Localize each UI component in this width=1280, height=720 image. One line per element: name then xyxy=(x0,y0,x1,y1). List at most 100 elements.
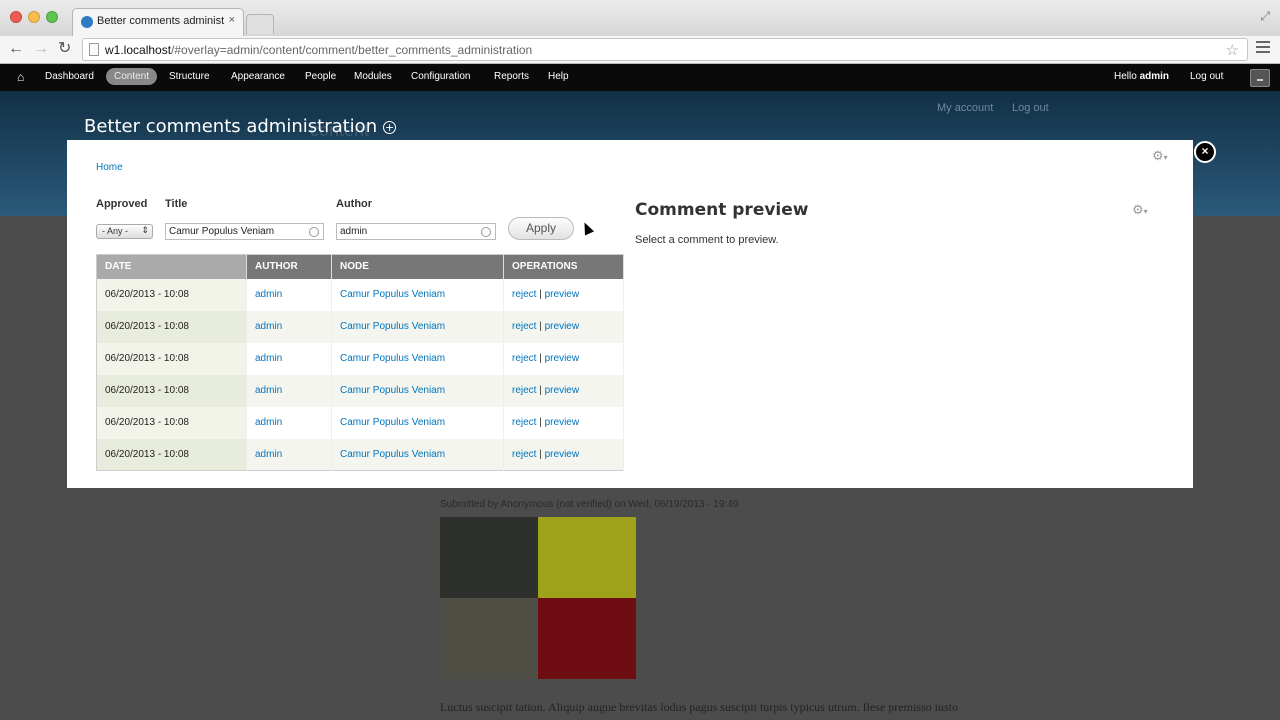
operations-cell: reject | preview xyxy=(503,278,624,311)
toolbar-item-content[interactable]: Content xyxy=(106,68,158,85)
preview-link[interactable]: preview xyxy=(545,417,579,428)
reject-link[interactable]: reject xyxy=(512,289,536,300)
address-bar[interactable]: w1.localhost/#overlay=admin/content/comm… xyxy=(82,38,1248,61)
comment-preview-title: Comment preview xyxy=(635,200,809,220)
approved-select[interactable]: - Any - ⇕ xyxy=(96,224,153,239)
author-link[interactable]: admin xyxy=(246,342,332,375)
date-cell: 06/20/2013 - 10:08 xyxy=(96,278,247,311)
node-link[interactable]: Camur Populus Veniam xyxy=(331,374,504,407)
reject-link[interactable]: reject xyxy=(512,385,536,396)
page-title: Better comments administration + xyxy=(84,116,397,137)
browser-toolbar: ← → ↻ w1.localhost/#overlay=admin/conten… xyxy=(0,36,1280,64)
node-link[interactable]: Camur Populus Veniam xyxy=(331,310,504,343)
author-link[interactable]: admin xyxy=(246,310,332,343)
reject-link[interactable]: reject xyxy=(512,353,536,364)
date-cell: 06/20/2013 - 10:08 xyxy=(96,342,247,375)
toolbar-item-structure[interactable]: Structure xyxy=(169,71,210,82)
url-host: w1.localhost xyxy=(105,43,172,57)
username[interactable]: admin xyxy=(1140,71,1169,82)
admin-toolbar: ⌂ Dashboard Content Structure Appearance… xyxy=(0,64,1280,91)
node-link[interactable]: Camur Populus Veniam xyxy=(331,342,504,375)
reject-link[interactable]: reject xyxy=(512,449,536,460)
preview-link[interactable]: preview xyxy=(545,353,579,364)
table-row: 06/20/2013 - 10:08 admin Camur Populus V… xyxy=(96,342,624,375)
node-submitted-info: Submitted by Anonymous (not verified) on… xyxy=(440,499,739,510)
column-header-operations: OPERATIONS xyxy=(503,254,624,279)
browser-titlebar: Better comments administ × ⤢ xyxy=(0,0,1280,36)
reject-link[interactable]: reject xyxy=(512,417,536,428)
home-icon[interactable]: ⌂ xyxy=(17,70,24,84)
table-row: 06/20/2013 - 10:08 admin Camur Populus V… xyxy=(96,406,624,439)
column-header-date[interactable]: DATE xyxy=(96,254,247,279)
toolbar-item-modules[interactable]: Modules xyxy=(354,71,392,82)
toolbar-item-help[interactable]: Help xyxy=(548,71,569,82)
date-cell: 06/20/2013 - 10:08 xyxy=(96,310,247,343)
author-link[interactable]: admin xyxy=(246,438,332,471)
page-icon xyxy=(89,43,99,56)
select-arrows-icon: ⇕ xyxy=(141,225,149,235)
tab-close-icon[interactable]: × xyxy=(229,14,235,26)
node-link[interactable]: Camur Populus Veniam xyxy=(331,278,504,311)
column-header-node[interactable]: NODE xyxy=(331,254,504,279)
node-body-text: Luctus suscipit tation. Aliquip augue br… xyxy=(440,700,958,714)
author-filter-label: Author xyxy=(336,198,373,210)
browser-tab[interactable]: Better comments administ × xyxy=(72,8,244,36)
title-filter-input[interactable]: Camur Populus Veniam xyxy=(165,223,324,240)
author-link[interactable]: admin xyxy=(246,406,332,439)
toolbar-item-people[interactable]: People xyxy=(305,71,336,82)
author-link[interactable]: admin xyxy=(246,374,332,407)
preview-gear-icon[interactable]: ⚙▾ xyxy=(1132,202,1148,218)
overlay-close-icon[interactable]: × xyxy=(1194,141,1216,163)
site-logout-link: Log out xyxy=(1012,102,1049,114)
overlay-content: ⚙▾ Home Approved Title Author - Any - ⇕ … xyxy=(67,140,1193,488)
node-link[interactable]: Camur Populus Veniam xyxy=(331,406,504,439)
approved-select-value: - Any - xyxy=(102,226,129,236)
new-tab-button[interactable] xyxy=(246,14,274,34)
bookmark-star-icon[interactable]: ☆ xyxy=(1226,41,1239,59)
breadcrumb-home[interactable]: Home xyxy=(96,162,123,173)
table-row: 06/20/2013 - 10:08 admin Camur Populus V… xyxy=(96,438,624,471)
column-header-author[interactable]: AUTHOR xyxy=(246,254,332,279)
browser-menu-icon[interactable] xyxy=(1256,41,1270,56)
preview-link[interactable]: preview xyxy=(545,385,579,396)
table-row: 06/20/2013 - 10:08 admin Camur Populus V… xyxy=(96,278,624,311)
comments-table: DATE AUTHOR NODE OPERATIONS 06/20/2013 -… xyxy=(96,254,624,471)
toolbar-item-appearance[interactable]: Appearance xyxy=(231,71,285,82)
toolbar-item-dashboard[interactable]: Dashboard xyxy=(45,71,94,82)
hello-user: Hello admin xyxy=(1114,71,1170,82)
operations-cell: reject | preview xyxy=(503,342,624,375)
maximize-window-icon[interactable] xyxy=(46,11,58,23)
node-link[interactable]: Camur Populus Veniam xyxy=(331,438,504,471)
overlay-gear-icon[interactable]: ⚙▾ xyxy=(1152,148,1168,164)
forward-button[interactable]: → xyxy=(33,40,49,58)
drupal-favicon-icon xyxy=(81,16,93,28)
operations-cell: reject | preview xyxy=(503,406,624,439)
author-link[interactable]: admin xyxy=(246,278,332,311)
fullscreen-icon[interactable]: ⤢ xyxy=(1260,9,1270,24)
author-filter-input[interactable]: admin xyxy=(336,223,496,240)
preview-link[interactable]: preview xyxy=(545,321,579,332)
toolbar-logout-link[interactable]: Log out xyxy=(1190,71,1223,82)
toolbar-item-configuration[interactable]: Configuration xyxy=(411,71,470,82)
reload-button[interactable]: ↻ xyxy=(58,40,71,58)
add-shortcut-icon[interactable]: + xyxy=(383,120,397,134)
approved-filter-label: Approved xyxy=(96,198,148,210)
minimize-window-icon[interactable] xyxy=(28,11,40,23)
shortcuts-toggle-button[interactable] xyxy=(1250,69,1270,87)
comment-preview-text: Select a comment to preview. xyxy=(635,234,779,246)
close-window-icon[interactable] xyxy=(10,11,22,23)
reject-link[interactable]: reject xyxy=(512,321,536,332)
url-path: /#overlay=admin/content/comment/better_c… xyxy=(171,43,533,57)
date-cell: 06/20/2013 - 10:08 xyxy=(96,438,247,471)
preview-link[interactable]: preview xyxy=(545,449,579,460)
my-account-link: My account xyxy=(937,102,994,114)
autocomplete-icon xyxy=(481,227,491,237)
back-button[interactable]: ← xyxy=(8,40,24,58)
date-cell: 06/20/2013 - 10:08 xyxy=(96,374,247,407)
toolbar-item-reports[interactable]: Reports xyxy=(494,71,529,82)
operations-cell: reject | preview xyxy=(503,374,624,407)
apply-button[interactable]: Apply xyxy=(508,217,574,240)
node-image xyxy=(440,517,636,679)
title-filter-label: Title xyxy=(165,198,188,210)
preview-link[interactable]: preview xyxy=(545,289,579,300)
